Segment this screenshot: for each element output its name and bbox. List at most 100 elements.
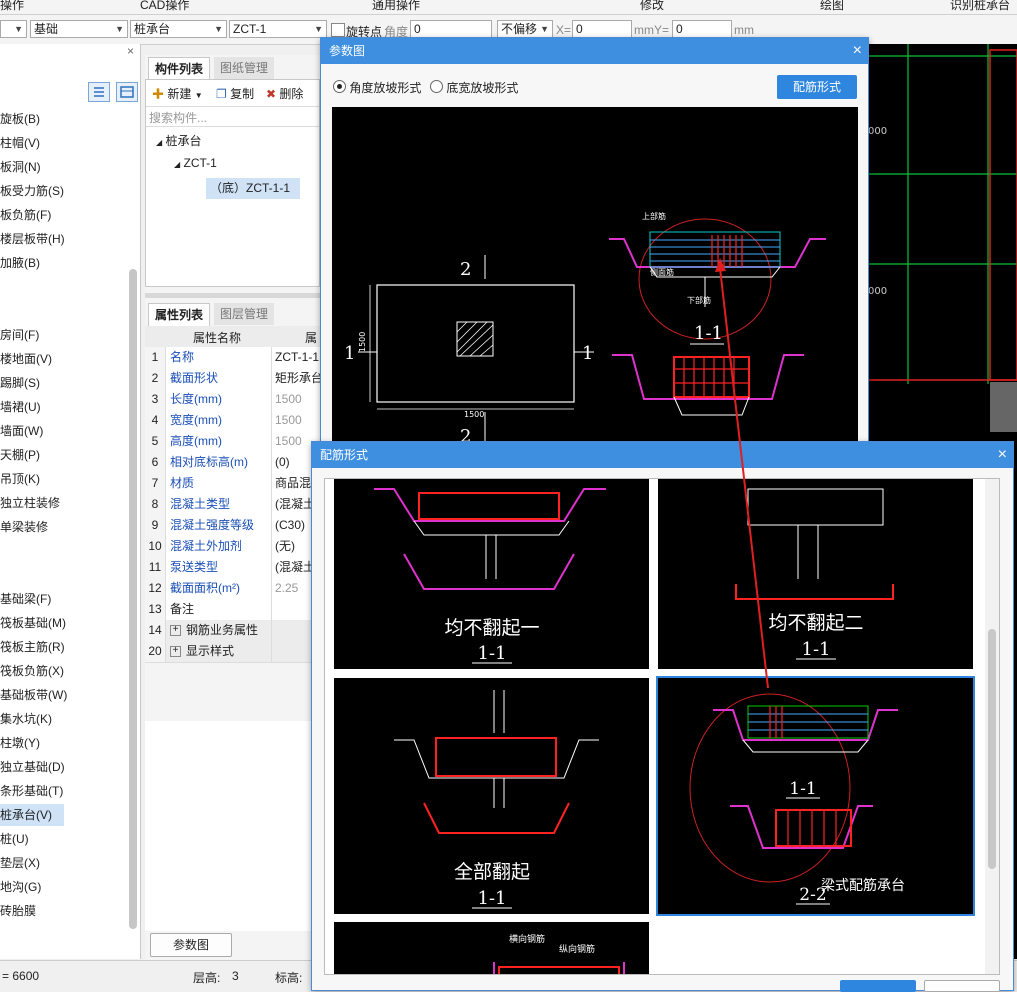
menu-item-common[interactable]: 通用操作 <box>372 0 420 13</box>
nav-item[interactable]: 楼地面(V) <box>0 348 120 370</box>
rotate-point-checkbox[interactable] <box>331 23 345 37</box>
category-combo[interactable]: 基础 ▼ <box>30 20 128 38</box>
tree-child[interactable]: ◢ ZCT-1 <box>174 156 217 170</box>
grid-view-icon[interactable] <box>116 82 138 102</box>
tree-root[interactable]: ◢ 桩承台 <box>156 132 202 149</box>
rebar-card-3[interactable]: 全部翻起 1-1 <box>334 678 649 914</box>
property-row[interactable]: 9 混凝土强度等级 (C30) <box>145 515 320 537</box>
nav-item[interactable]: 板受力筋(S) <box>0 180 120 202</box>
search-box[interactable]: 搜索构件... <box>146 106 319 127</box>
tab-drawing-manage[interactable]: 图纸管理 <box>214 57 275 79</box>
property-row[interactable]: 14 + 钢筋业务属性 <box>145 620 320 642</box>
rebar-card-5-partial[interactable]: 横向钢筋 纵向钢筋 <box>334 922 649 974</box>
property-row[interactable]: 13 备注 <box>145 599 320 621</box>
nav-item[interactable]: 桩(U) <box>0 828 120 850</box>
splitter[interactable] <box>145 293 320 298</box>
nav-item[interactable]: 条形基础(T) <box>0 780 120 802</box>
nav-item[interactable]: 桩承台(V) <box>0 804 64 826</box>
rebar-dialog-close-icon[interactable]: × <box>998 442 1007 468</box>
rebar-form-button[interactable]: 配筋形式 <box>777 75 857 99</box>
menu-item-operate[interactable]: 操作 <box>0 0 24 13</box>
nav-item[interactable]: 板负筋(F) <box>0 204 120 226</box>
property-value[interactable]: 1500 <box>271 410 325 431</box>
property-row[interactable]: 4 宽度(mm) 1500 <box>145 410 320 432</box>
nav-item[interactable]: 地沟(G) <box>0 876 120 898</box>
menu-item-cad[interactable]: CAD操作 <box>140 0 189 13</box>
property-value[interactable]: ZCT-1-1 <box>271 347 325 368</box>
property-row[interactable]: 20 + 显示样式 <box>145 641 320 663</box>
nav-item[interactable]: 单梁装修 <box>0 516 120 538</box>
collapse-icon[interactable]: ◢ <box>156 138 162 147</box>
tab-layer-manage[interactable]: 图层管理 <box>214 303 275 325</box>
nav-item[interactable]: 柱墩(Y) <box>0 732 120 754</box>
nav-item[interactable]: 集水坑(K) <box>0 708 120 730</box>
property-row[interactable]: 6 相对底标高(m) (0) <box>145 452 320 474</box>
menu-item-modify[interactable]: 修改 <box>640 0 664 13</box>
tab-property-list[interactable]: 属性列表 <box>148 303 211 326</box>
param-diagram-button[interactable]: 参数图 <box>150 933 232 957</box>
rebar-card-4-selected[interactable]: 1-1 梁式配筋承台 2-2 <box>656 676 975 916</box>
delete-button[interactable]: ✖ 删除 <box>266 85 303 102</box>
property-row[interactable]: 10 混凝土外加剂 (无) <box>145 536 320 558</box>
left-panel-close-icon[interactable]: × <box>127 44 134 58</box>
param-dialog-close-icon[interactable]: × <box>853 38 862 64</box>
nav-item[interactable]: 楼层板带(H) <box>0 228 120 250</box>
left-scrollbar[interactable] <box>129 269 137 929</box>
property-row[interactable]: 5 高度(mm) 1500 <box>145 431 320 453</box>
type-combo[interactable]: 桩承台 ▼ <box>130 20 227 38</box>
nav-item[interactable]: 独立柱装修 <box>0 492 120 514</box>
nav-item[interactable]: 房间(F) <box>0 324 120 346</box>
property-value[interactable]: 矩形承台 <box>271 368 325 389</box>
tree-leaf-selected[interactable]: （底）ZCT-1-1 <box>206 178 300 199</box>
floor-combo[interactable]: ▼ <box>0 20 27 38</box>
collapse-icon[interactable]: ◢ <box>174 160 180 169</box>
search-input[interactable]: 搜索构件... <box>149 109 207 126</box>
expand-icon[interactable]: + <box>170 625 181 637</box>
radio-bottom-width-slope[interactable]: 底宽放坡形式 <box>430 79 518 96</box>
nav-item[interactable]: 踢脚(S) <box>0 372 120 394</box>
confirm-button[interactable] <box>840 980 916 992</box>
nav-item[interactable]: 板洞(N) <box>0 156 120 178</box>
menu-item-identify[interactable]: 识别桩承台 <box>950 0 1010 13</box>
nav-item[interactable]: 筏板负筋(X) <box>0 660 120 682</box>
cancel-button[interactable] <box>924 980 1000 992</box>
expand-icon[interactable]: + <box>170 646 181 658</box>
property-row[interactable]: 8 混凝土类型 (混凝土 <box>145 494 320 516</box>
property-row[interactable]: 11 泵送类型 (混凝土 <box>145 557 320 579</box>
tab-component-list[interactable]: 构件列表 <box>148 57 211 80</box>
nav-item[interactable]: 墙裙(U) <box>0 396 120 418</box>
nav-item[interactable]: 吊顶(K) <box>0 468 120 490</box>
nav-item[interactable]: 旋板(B) <box>0 108 120 130</box>
y-input[interactable]: 0 <box>672 20 732 38</box>
nav-item[interactable]: 基础板带(W) <box>0 684 120 706</box>
component-combo[interactable]: ZCT-1 ▼ <box>229 20 327 38</box>
property-row[interactable]: 1 名称 ZCT-1-1 <box>145 347 320 369</box>
new-button[interactable]: ✚ 新建 ▼ <box>152 85 203 102</box>
radio-angle-slope[interactable]: 角度放坡形式 <box>333 79 421 96</box>
copy-button[interactable]: ❐ 复制 <box>216 85 254 102</box>
rebar-card-1[interactable]: 均不翻起一 1-1 <box>334 479 649 669</box>
rebar-card-2[interactable]: 均不翻起二 1-1 <box>658 479 973 669</box>
property-value[interactable]: 1500 <box>271 389 325 410</box>
nav-item[interactable]: 基础梁(F) <box>0 588 120 610</box>
property-row[interactable]: 12 截面面积(m²) 2.25 <box>145 578 320 600</box>
x-input[interactable]: 0 <box>572 20 632 38</box>
menu-item-draw[interactable]: 绘图 <box>820 0 844 13</box>
offset-combo[interactable]: 不偏移 ▼ <box>497 20 553 38</box>
list-view-icon[interactable] <box>88 82 110 102</box>
nav-item[interactable]: 垫层(X) <box>0 852 120 874</box>
property-row[interactable]: 3 长度(mm) 1500 <box>145 389 320 411</box>
property-row[interactable]: 2 截面形状 矩形承台 <box>145 368 323 390</box>
nav-item[interactable]: 墙面(W) <box>0 420 120 442</box>
nav-item[interactable]: 砖胎膜 <box>0 900 120 922</box>
nav-item[interactable]: 筏板基础(M) <box>0 612 120 634</box>
nav-item[interactable]: 加腋(B) <box>0 252 120 274</box>
nav-item[interactable]: 独立基础(D) <box>0 756 120 778</box>
gallery-scroll-thumb[interactable] <box>988 629 996 869</box>
gallery-scrollbar[interactable] <box>985 479 999 974</box>
nav-item[interactable]: 天棚(P) <box>0 444 120 466</box>
nav-item[interactable]: 筏板主筋(R) <box>0 636 120 658</box>
angle-input[interactable]: 0 <box>410 20 492 38</box>
property-row[interactable]: 7 材质 商品混凝 <box>145 473 323 495</box>
nav-item[interactable]: 柱帽(V) <box>0 132 120 154</box>
